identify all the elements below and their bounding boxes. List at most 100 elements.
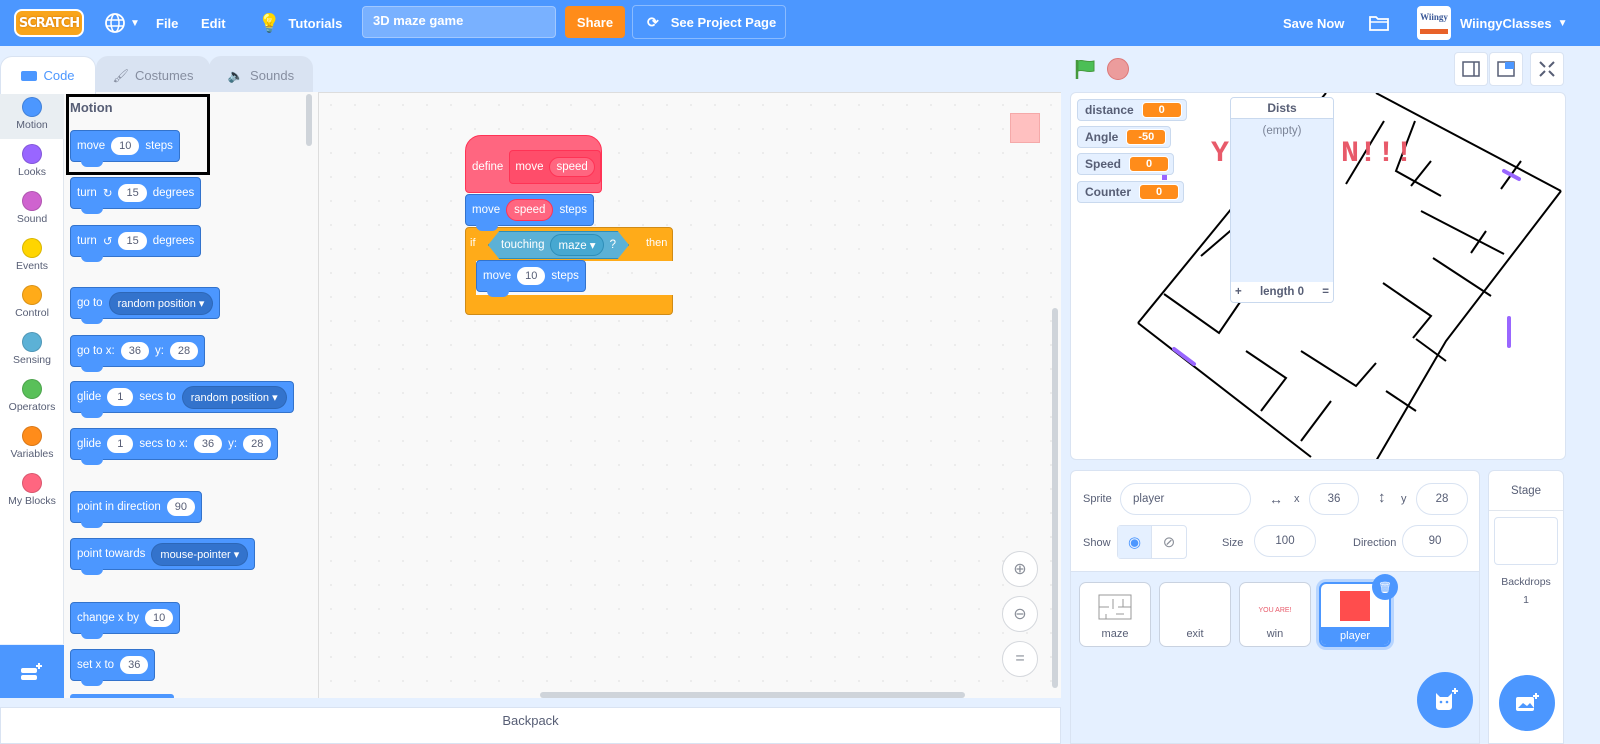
block-point-towards[interactable]: point towards mouse-pointer (70, 538, 256, 575)
touching-block[interactable]: touching maze ▾ ? (488, 231, 629, 259)
block-set-x[interactable]: set x to 36 (70, 649, 156, 686)
zoom-in-button[interactable]: ⊕ (1002, 551, 1038, 587)
block-input[interactable]: 15 (118, 232, 147, 250)
backpack[interactable]: Backpack (0, 707, 1061, 744)
show-visible-button[interactable]: ◉ (1118, 526, 1153, 558)
horizontal-scrollbar[interactable] (540, 692, 965, 698)
stage-canvas[interactable]: Y N!!! distance 0 Angle -50 Speed 0 Counter… (1070, 92, 1566, 460)
block-move-steps[interactable]: move 10 steps (70, 130, 180, 167)
you-won-text: Y (1211, 137, 1229, 171)
zoom-out-button[interactable]: ⊖ (1002, 596, 1038, 632)
block-point-in-direction[interactable]: point in direction 90 (70, 491, 202, 528)
category-looks[interactable]: Looks (0, 139, 64, 186)
tutorials-button[interactable]: 💡 Tutorials (258, 0, 342, 46)
monitor-distance[interactable]: distance 0 (1077, 99, 1187, 121)
x-input[interactable]: 36 (1309, 483, 1359, 515)
sprite-tile-exit[interactable]: exit (1159, 582, 1231, 647)
list-monitor-dists[interactable]: Dists (empty) + length 0 = (1230, 97, 1334, 303)
reporter-speed[interactable]: speed (506, 199, 554, 221)
block-input[interactable]: 28 (169, 342, 199, 360)
direction-input[interactable]: 90 (1402, 525, 1468, 557)
block-inner-move[interactable]: move 10 steps (476, 260, 586, 297)
block-input[interactable]: 15 (118, 184, 147, 202)
project-title-input[interactable]: 3D maze game (362, 6, 556, 38)
choose-backdrop-button[interactable] (1499, 675, 1555, 731)
category-events[interactable]: Events (0, 233, 64, 280)
palette-scrollbar[interactable] (306, 94, 312, 146)
small-stage-button[interactable] (1454, 52, 1488, 86)
see-project-page-button[interactable]: ⟳ See Project Page (632, 5, 786, 39)
user-avatar[interactable]: Wiingy (1417, 6, 1451, 40)
category-operators[interactable]: Operators (0, 374, 64, 421)
save-now-button[interactable]: Save Now (1283, 0, 1344, 46)
block-dropdown[interactable]: random position (181, 385, 287, 409)
define-block[interactable]: define move speed (465, 135, 602, 193)
category-my-blocks[interactable]: My Blocks (0, 468, 64, 515)
custom-block-prototype[interactable]: move speed (509, 150, 601, 184)
sprite-name-input[interactable]: player (1120, 483, 1251, 515)
category-sound[interactable]: Sound (0, 186, 64, 233)
block-go-to[interactable]: go to random position (70, 287, 221, 324)
stop-button[interactable] (1107, 58, 1129, 80)
list-add-button[interactable]: + (1235, 286, 1242, 298)
account-menu[interactable]: WiingyClasses ▼ (1460, 0, 1568, 46)
block-move-speed[interactable]: move speed steps (465, 194, 594, 231)
file-menu[interactable]: File (156, 0, 178, 46)
add-extension-button[interactable] (0, 645, 64, 698)
monitor-counter[interactable]: Counter 0 (1077, 181, 1184, 203)
scratch-logo[interactable]: SCRATCH (14, 9, 84, 37)
monitor-speed[interactable]: Speed 0 (1077, 153, 1175, 175)
block-input[interactable]: 36 (193, 435, 223, 453)
param-speed[interactable]: speed (549, 157, 595, 177)
green-flag-button[interactable] (1074, 58, 1098, 83)
block-change-x[interactable]: change x by 10 (70, 602, 181, 639)
touching-dropdown[interactable]: maze ▾ (550, 234, 604, 256)
zoom-reset-button[interactable]: = (1002, 641, 1038, 677)
fullscreen-button[interactable] (1530, 52, 1564, 86)
motion-dot-icon (22, 97, 42, 117)
normal-stage-button[interactable] (1489, 52, 1523, 86)
category-sensing[interactable]: Sensing (0, 327, 64, 374)
block-glide-xy[interactable]: glide 1 secs to x: 36 y: 28 (70, 428, 279, 465)
tab-code[interactable]: Code (0, 56, 96, 94)
block-input[interactable]: 90 (166, 498, 195, 516)
script-area[interactable]: define move speed move speed steps if to… (319, 92, 1061, 698)
size-input[interactable]: 100 (1254, 525, 1316, 557)
block-turn-left[interactable]: turn ↺ 15 degrees (70, 225, 202, 262)
edit-menu[interactable]: Edit (201, 0, 226, 46)
vertical-scrollbar[interactable] (1052, 308, 1058, 688)
category-motion[interactable]: Motion (0, 92, 64, 139)
block-input[interactable]: 10 (145, 609, 174, 627)
y-input[interactable]: 28 (1416, 483, 1468, 515)
sprite-tile-maze[interactable]: maze (1079, 582, 1151, 647)
block-glide-to[interactable]: glide 1 secs to random position (70, 381, 294, 418)
category-variables[interactable]: Variables (0, 421, 64, 468)
block-dropdown[interactable]: random position (108, 291, 214, 315)
chevron-down-icon: ▼ (130, 17, 140, 29)
block-text: ? (609, 239, 616, 251)
block-go-to-xy[interactable]: go to x: 36 y: 28 (70, 335, 206, 372)
block-dropdown[interactable]: mouse-pointer (151, 542, 249, 566)
tab-costumes[interactable]: 🖌 Costumes (96, 56, 210, 94)
block-input[interactable]: 28 (243, 435, 272, 453)
show-hidden-button[interactable]: ⊘ (1152, 526, 1186, 558)
block-input[interactable]: 36 (120, 656, 149, 674)
list-resize-handle[interactable]: = (1322, 286, 1329, 298)
share-button[interactable]: Share (565, 6, 625, 38)
block-input[interactable]: 1 (107, 435, 134, 453)
sprite-tile-win[interactable]: YOU ARE! win (1239, 582, 1311, 647)
my-stuff-button[interactable] (1368, 0, 1390, 46)
stage-selector[interactable]: Stage Backdrops 1 (1488, 470, 1564, 744)
block-input[interactable]: 1 (107, 388, 134, 406)
block-turn-right[interactable]: turn ↻ 15 degrees (70, 177, 202, 214)
block-input[interactable]: 10 (517, 267, 546, 285)
language-menu[interactable]: ▼ (104, 0, 140, 46)
monitor-angle[interactable]: Angle -50 (1077, 126, 1172, 148)
tab-sounds[interactable]: 🔈 Sounds (209, 56, 313, 94)
delete-sprite-button[interactable]: 🗑 (1372, 574, 1398, 600)
sprite-name: player (1321, 627, 1389, 645)
category-control[interactable]: Control (0, 280, 64, 327)
choose-sprite-button[interactable] (1417, 672, 1473, 728)
block-input[interactable]: 36 (120, 342, 149, 360)
block-input[interactable]: 10 (111, 137, 140, 155)
